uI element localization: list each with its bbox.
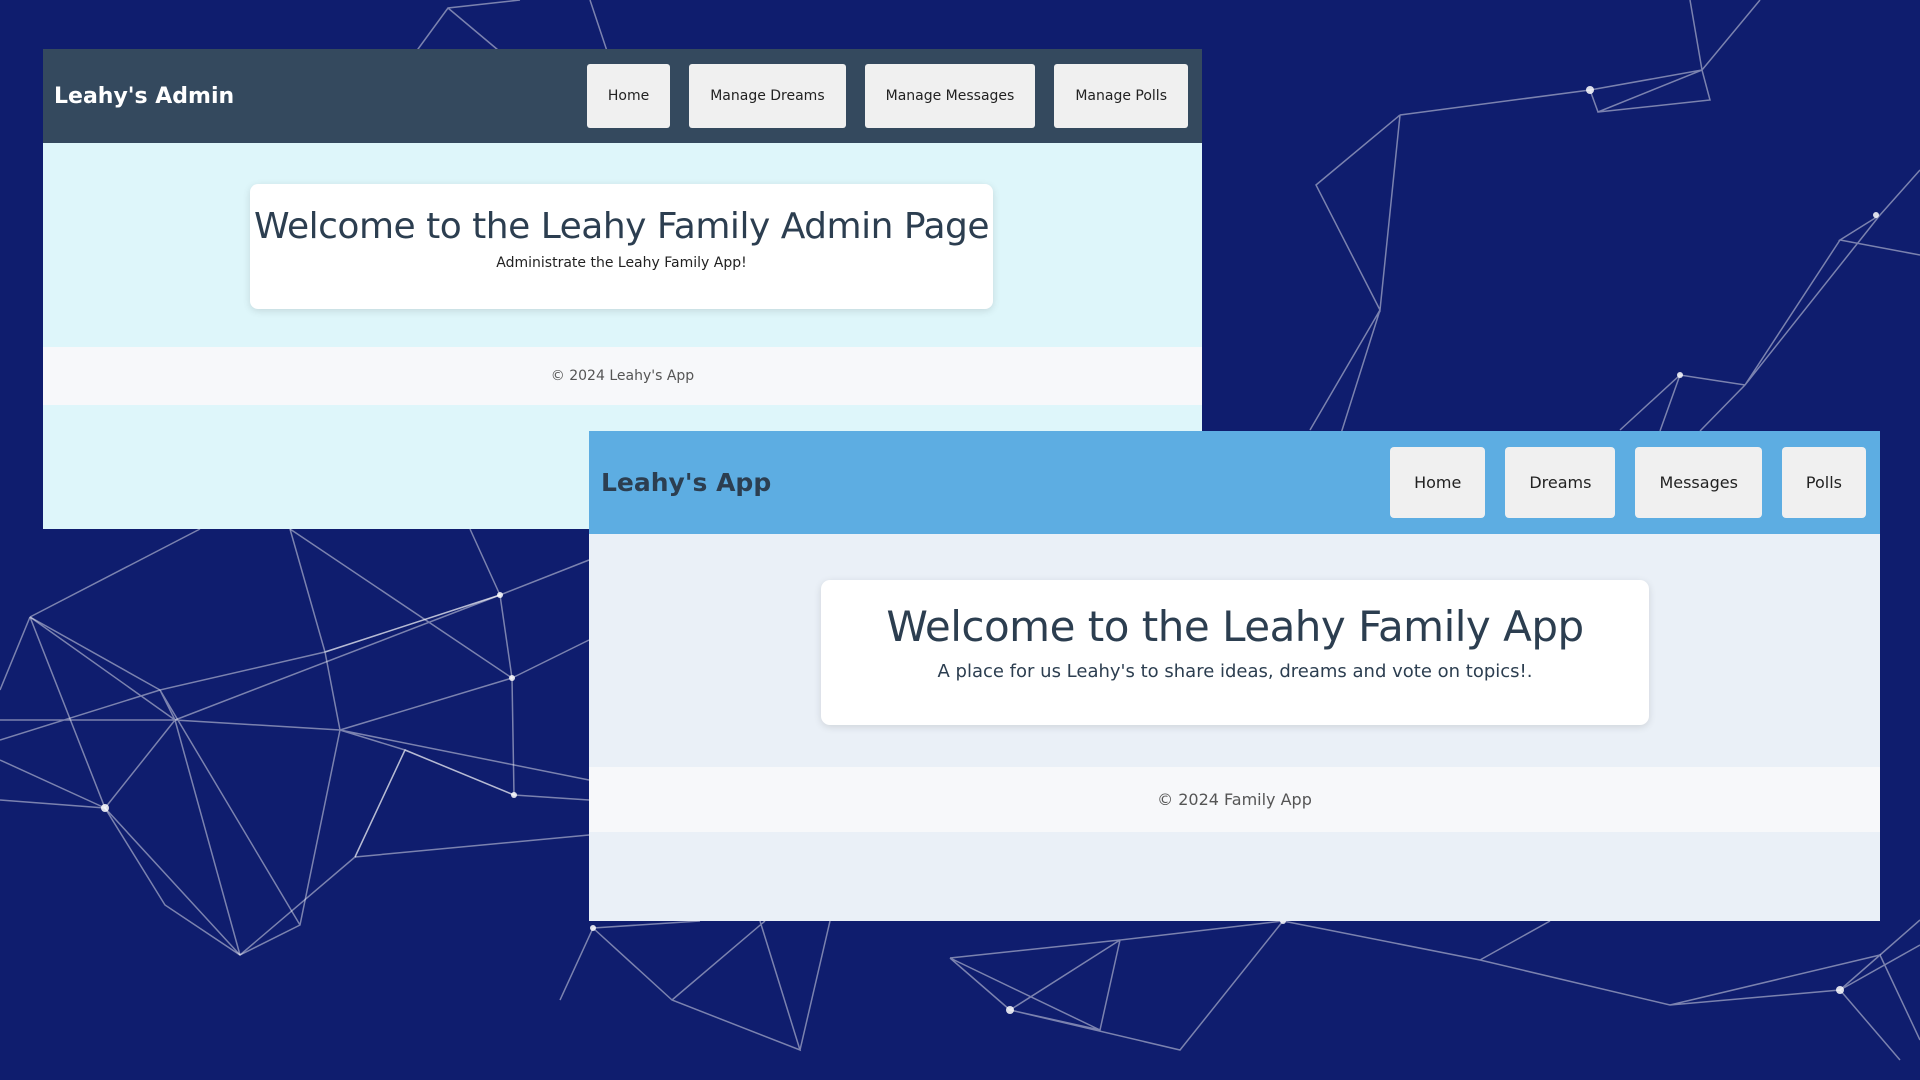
app-page-subtitle: A place for us Leahy's to share ideas, d… [937,661,1533,682]
admin-nav-manage-dreams-button[interactable]: Manage Dreams [689,64,846,128]
app-nav-dreams-button[interactable]: Dreams [1505,447,1616,518]
admin-footer: © 2024 Leahy's App [43,347,1202,405]
admin-brand[interactable]: Leahy's Admin [54,84,234,109]
app-navbar: Leahy's App Home Dreams Messages Polls [589,431,1880,534]
admin-nav-home-button[interactable]: Home [586,64,671,128]
family-app-window: Leahy's App Home Dreams Messages Polls W… [589,431,1880,921]
app-footer: © 2024 Family App [589,767,1880,832]
app-nav-polls-button[interactable]: Polls [1781,447,1866,518]
admin-nav-manage-polls-button[interactable]: Manage Polls [1054,64,1188,128]
app-hero-card: Welcome to the Leahy Family App A place … [821,580,1649,725]
app-brand[interactable]: Leahy's App [601,468,771,497]
app-nav-links: Home Dreams Messages Polls [1390,447,1866,518]
app-nav-messages-button[interactable]: Messages [1635,447,1762,518]
admin-page-subtitle: Administrate the Leahy Family App! [496,255,747,271]
admin-navbar: Leahy's Admin Home Manage Dreams Manage … [43,49,1202,143]
admin-hero-card: Welcome to the Leahy Family Admin Page A… [250,184,993,309]
app-nav-home-button[interactable]: Home [1390,447,1486,518]
admin-nav-manage-messages-button[interactable]: Manage Messages [864,64,1036,128]
admin-nav-links: Home Manage Dreams Manage Messages Manag… [586,64,1188,128]
app-page-title: Welcome to the Leahy Family App [886,602,1584,651]
admin-page-title: Welcome to the Leahy Family Admin Page [253,206,990,247]
